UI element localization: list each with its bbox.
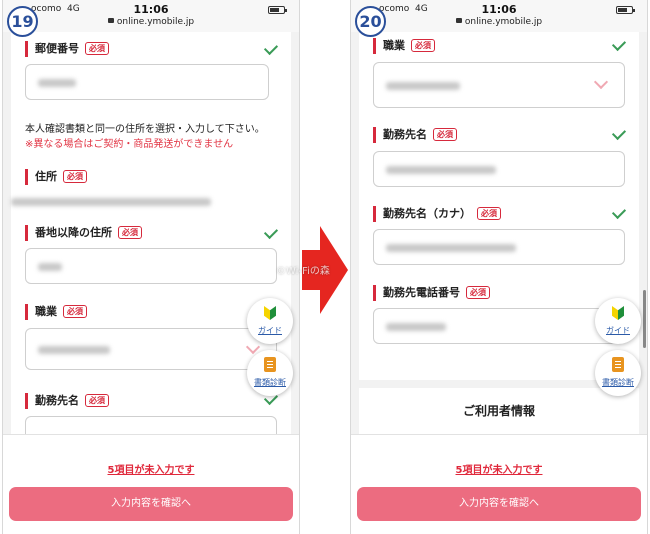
document-icon (612, 357, 624, 372)
lock-icon (455, 18, 462, 23)
check-icon (611, 36, 627, 52)
required-badge: 必須 (477, 207, 501, 220)
address-detail-input[interactable] (25, 248, 277, 284)
employer-label: 勤務先名 必須 (373, 127, 457, 143)
check-icon (611, 204, 627, 220)
document-check-button[interactable]: 書類診断 (247, 350, 293, 396)
occupation-select[interactable] (25, 328, 277, 370)
employer-input[interactable] (373, 151, 625, 187)
chevron-down-icon (593, 74, 609, 90)
employer-phone-label: 勤務先電話番号 必須 (373, 285, 490, 301)
step-badge: 19 (7, 6, 38, 37)
battery-icon (268, 6, 287, 14)
check-icon (263, 40, 279, 56)
step-badge: 20 (355, 6, 386, 37)
beginner-mark-icon (264, 306, 276, 320)
required-badge: 必須 (85, 394, 109, 407)
check-icon (611, 125, 627, 141)
required-badge: 必須 (85, 42, 109, 55)
occupation-label: 職業 必須 (373, 38, 435, 54)
url-bar[interactable]: online.ymobile.jp (351, 17, 647, 27)
status-bar: ocomo 4G 11:06 online.ymobile.jp (3, 0, 299, 32)
address-note: 本人確認書類と同一の住所を選択・入力して下さい。 (25, 124, 265, 135)
postal-code-label: 郵便番号 必須 (25, 41, 109, 57)
url-bar[interactable]: online.ymobile.jp (3, 17, 299, 27)
beginner-mark-icon (612, 306, 624, 320)
section-title: ご利用者情報 (462, 404, 535, 418)
required-badge: 必須 (63, 170, 87, 183)
postal-code-input[interactable] (25, 64, 269, 100)
footer-bar: 5項目が未入力です 入力内容を確認へ (351, 434, 647, 534)
confirm-button[interactable]: 入力内容を確認へ (9, 487, 293, 521)
phone-screen-20: ocomo 4G 11:06 online.ymobile.jp 20 職業 必須… (350, 0, 648, 534)
blurred-value (386, 82, 460, 90)
user-info-section: ご利用者情報 (359, 380, 639, 440)
phone-screen-19: ocomo 4G 11:06 online.ymobile.jp 19 郵便番号… (2, 0, 300, 534)
employer-phone-input[interactable] (373, 308, 625, 344)
blurred-value (386, 166, 496, 174)
missing-fields-link[interactable]: 5項目が未入力です (351, 461, 647, 476)
occupation-label: 職業 必須 (25, 304, 87, 320)
employer-kana-input[interactable] (373, 229, 625, 265)
address-label: 住所 必須 (25, 169, 87, 185)
blurred-value (38, 79, 76, 87)
footer-bar: 5項目が未入力です 入力内容を確認へ (3, 434, 299, 534)
document-check-button[interactable]: 書類診断 (595, 350, 641, 396)
blurred-value (38, 346, 110, 354)
blurred-address (11, 198, 211, 206)
scrollbar-thumb[interactable] (643, 290, 646, 348)
watermark: ©Wi-Fiの森 (276, 266, 330, 277)
blurred-value (386, 244, 516, 252)
confirm-button[interactable]: 入力内容を確認へ (357, 487, 641, 521)
employer-kana-label: 勤務先名（カナ） 必須 (373, 206, 501, 222)
required-badge: 必須 (411, 39, 435, 52)
occupation-select[interactable] (373, 62, 625, 108)
check-icon (263, 224, 279, 240)
required-badge: 必須 (118, 226, 142, 239)
status-bar: ocomo 4G 11:06 online.ymobile.jp (351, 0, 647, 32)
required-badge: 必須 (63, 305, 87, 318)
required-badge: 必須 (466, 286, 490, 299)
address-warning: ※異なる場合はご契約・商品発送ができません (25, 139, 234, 150)
clock: 11:06 (481, 3, 517, 16)
blurred-value (38, 263, 62, 271)
guide-button[interactable]: ガイド (595, 298, 641, 344)
blurred-value (386, 323, 446, 331)
document-icon (264, 357, 276, 372)
guide-button[interactable]: ガイド (247, 298, 293, 344)
address-detail-label: 番地以降の住所 必須 (25, 225, 142, 241)
lock-icon (107, 18, 114, 23)
missing-fields-link[interactable]: 5項目が未入力です (3, 461, 299, 476)
stage: ocomo 4G 11:06 online.ymobile.jp 19 郵便番号… (0, 0, 650, 534)
clock: 11:06 (133, 3, 169, 16)
battery-icon (616, 6, 635, 14)
required-badge: 必須 (433, 128, 457, 141)
employer-label: 勤務先名 必須 (25, 393, 109, 409)
